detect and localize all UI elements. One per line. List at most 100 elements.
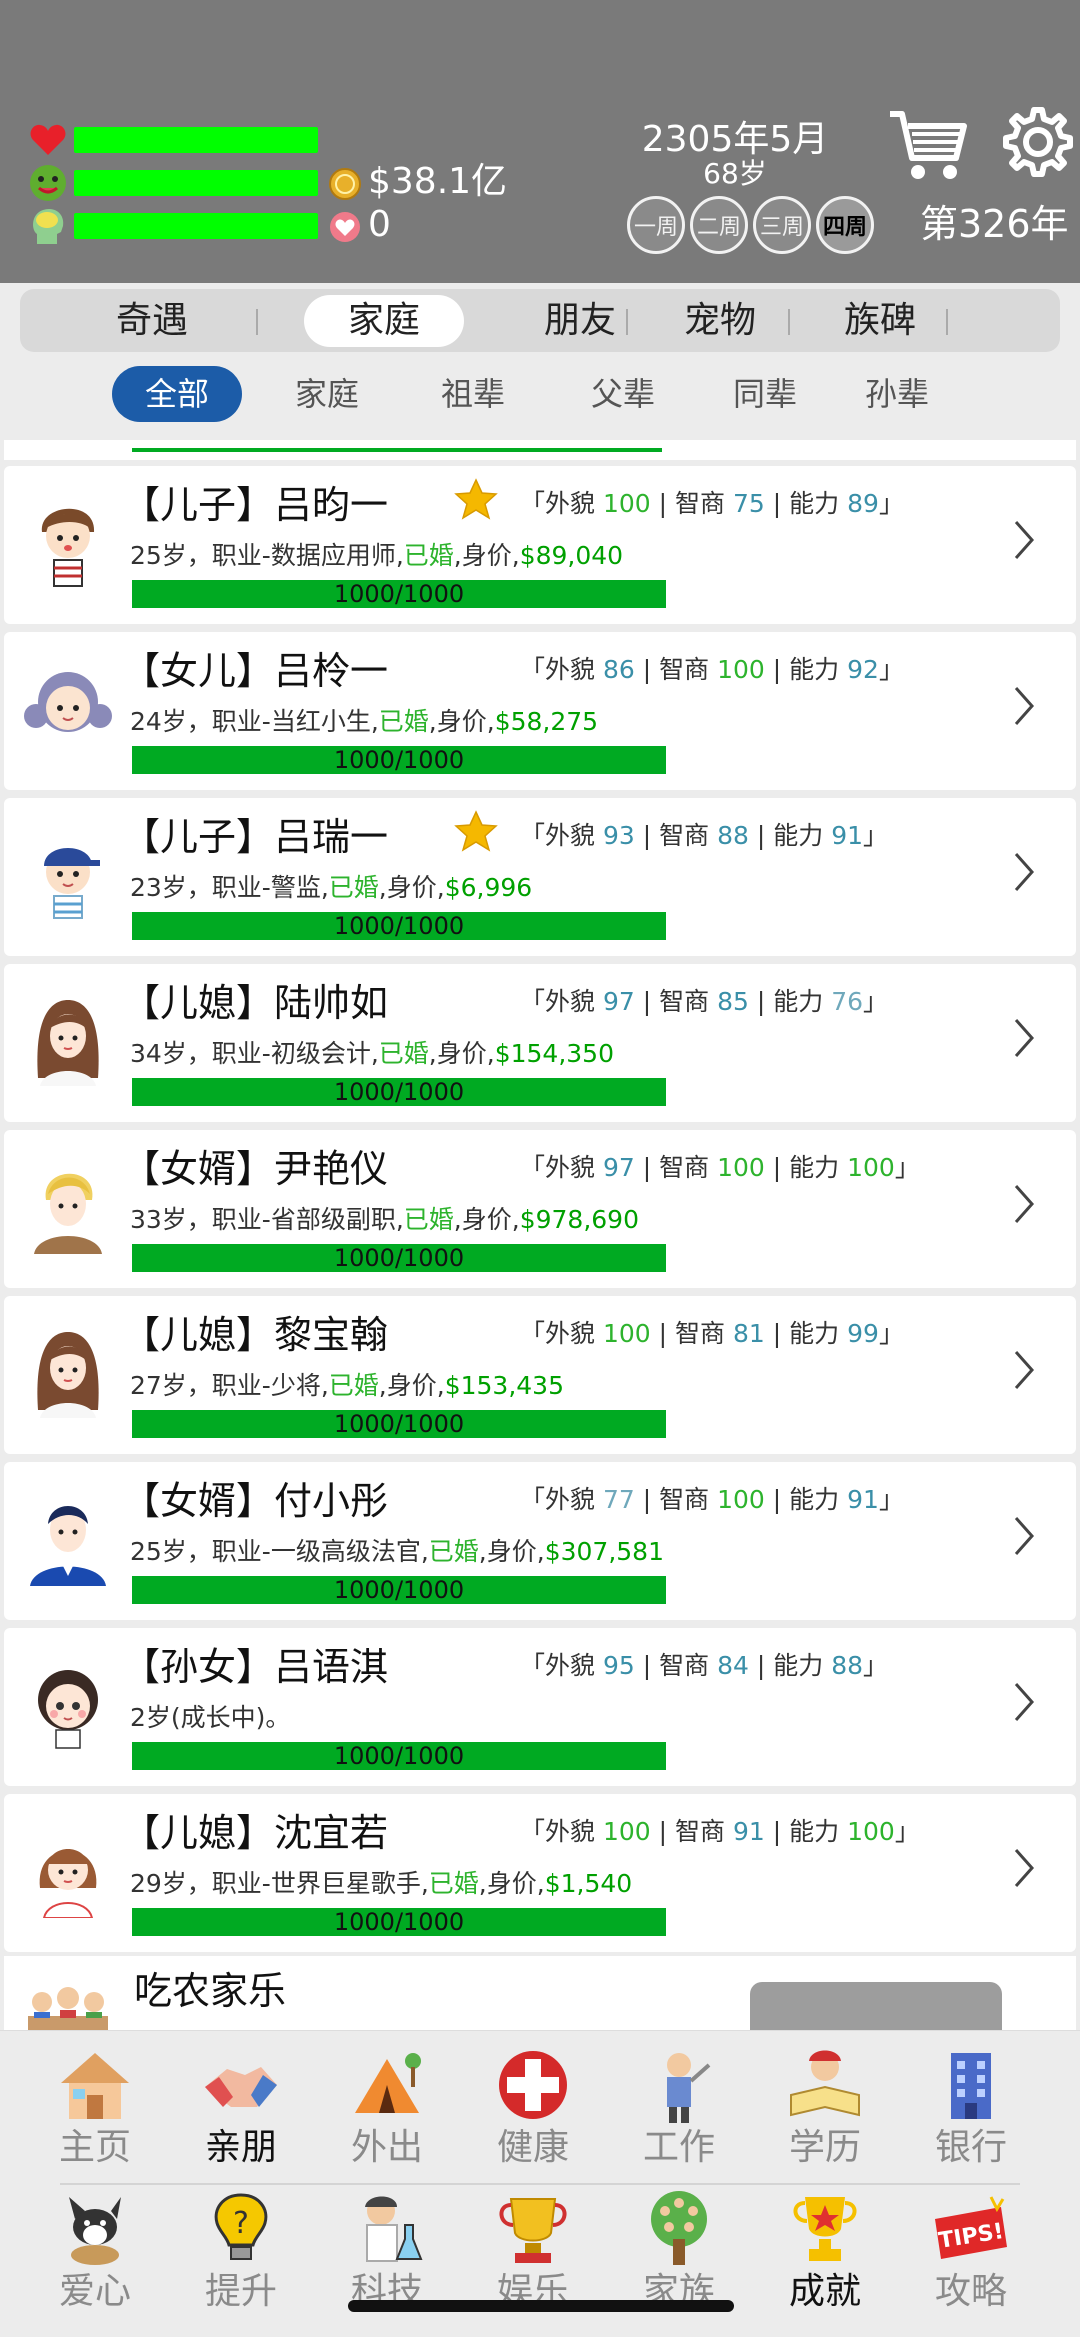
player-age: 68岁 bbox=[703, 157, 767, 190]
marital-status: 已婚 bbox=[428, 1869, 479, 1898]
nav-item-bulb[interactable]: ? 提升 bbox=[168, 2183, 314, 2319]
nav-item-trophy-cup[interactable]: 娱乐 bbox=[460, 2183, 606, 2319]
nav-item-handshake[interactable]: 亲朋 bbox=[168, 2039, 314, 2175]
member-card[interactable]: 【儿子】吕瑞一 「外貌 93 | 智商 88 | 能力 91」 23岁，职业-警监,… bbox=[4, 798, 1076, 956]
child-avatar bbox=[20, 1652, 116, 1752]
ability-value: 99 bbox=[847, 1319, 879, 1348]
chevron-right-icon[interactable] bbox=[1012, 1182, 1036, 1226]
hp-bar bbox=[132, 448, 662, 452]
member-card[interactable]: 【女婿】付小彤 「外貌 77 | 智商 100 | 能力 91」 25岁，职业-一级… bbox=[4, 1462, 1076, 1620]
marital-status: 已婚 bbox=[403, 541, 454, 570]
family-member-list[interactable]: 【儿子】吕昀一 「外貌 100 | 智商 75 | 能力 89」 25岁，职业-数据… bbox=[0, 440, 1080, 2030]
filter-peers[interactable]: 同辈 bbox=[700, 366, 830, 422]
ability-value: 91 bbox=[847, 1485, 879, 1514]
nav-label: 学历 bbox=[788, 2127, 861, 2168]
filter-grandparents[interactable]: 祖辈 bbox=[408, 366, 538, 422]
tab-pets[interactable]: 宠物 bbox=[640, 295, 800, 347]
nav-item-dog[interactable]: 爱心 bbox=[22, 2183, 168, 2319]
member-description: 2岁(成长中)。 bbox=[130, 1700, 290, 1736]
filter-family[interactable]: 家庭 bbox=[262, 366, 392, 422]
iq-label: 智商 bbox=[659, 987, 710, 1016]
suit-man-avatar bbox=[20, 1486, 116, 1586]
looks-label: 「外貌 bbox=[520, 1319, 596, 1348]
chevron-right-icon[interactable] bbox=[1012, 1016, 1036, 1060]
nav-item-trophy[interactable]: 成就 bbox=[752, 2183, 898, 2319]
partial-card bbox=[4, 440, 1076, 460]
looks-value: 93 bbox=[602, 821, 635, 850]
iq-label: 智商 bbox=[659, 1153, 710, 1182]
member-card[interactable]: 【儿子】吕昀一 「外貌 100 | 智商 75 | 能力 89」 25岁，职业-数据… bbox=[4, 466, 1076, 624]
marital-status: 已婚 bbox=[428, 1537, 479, 1566]
tab-family[interactable]: 家庭 bbox=[304, 295, 464, 347]
shopping-cart-icon[interactable] bbox=[886, 106, 968, 186]
chevron-right-icon[interactable] bbox=[1012, 518, 1036, 562]
hp-bar: 1000/1000 bbox=[132, 1908, 666, 1936]
chevron-right-icon[interactable] bbox=[1012, 1514, 1036, 1558]
nav-item-worker[interactable]: 工作 bbox=[606, 2039, 752, 2175]
ability-value: 91 bbox=[831, 821, 864, 850]
member-name: 【孙女】吕语淇 bbox=[122, 1645, 389, 1689]
chevron-right-icon[interactable] bbox=[1012, 1846, 1036, 1890]
attr-separator: | bbox=[658, 489, 668, 518]
worth-label: ,身价, bbox=[378, 873, 445, 902]
week-4-button[interactable]: 四周 bbox=[816, 196, 874, 254]
hp-bar: 1000/1000 bbox=[132, 746, 666, 774]
ability-value: 89 bbox=[847, 489, 879, 518]
member-name: 【女儿】吕柃一 bbox=[122, 649, 389, 693]
chevron-right-icon[interactable] bbox=[1012, 1348, 1036, 1392]
nav-label: 提升 bbox=[204, 2271, 277, 2312]
age-job: 34岁，职业-初级会计, bbox=[130, 1039, 379, 1068]
chevron-right-icon[interactable] bbox=[1012, 850, 1036, 894]
week-3-button[interactable]: 三周 bbox=[753, 196, 811, 254]
nav-item-medical-cross[interactable]: 健康 bbox=[460, 2039, 606, 2175]
heart-icon bbox=[26, 120, 70, 160]
looks-value: 86 bbox=[602, 655, 635, 684]
member-name: 【女婿】尹艳仪 bbox=[122, 1147, 389, 1191]
home-indicator[interactable] bbox=[348, 2300, 734, 2312]
nav-item-reading[interactable]: 学历 bbox=[752, 2039, 898, 2175]
hp-value: 1000/1000 bbox=[333, 1244, 465, 1272]
nav-item-house[interactable]: 主页 bbox=[22, 2039, 168, 2175]
filter-parents[interactable]: 父辈 bbox=[558, 366, 688, 422]
nav-item-bank[interactable]: 银行 bbox=[898, 2039, 1044, 2175]
star-icon bbox=[454, 810, 498, 852]
attr-close: 」 bbox=[878, 1485, 904, 1514]
health-bar bbox=[74, 127, 318, 153]
member-card[interactable]: 【女儿】吕柃一 「外貌 86 | 智商 100 | 能力 92」 24岁，职业-当红… bbox=[4, 632, 1076, 790]
member-card[interactable]: 【儿媳】陆帅如 「外貌 97 | 智商 85 | 能力 76」 34岁，职业-初级会… bbox=[4, 964, 1076, 1122]
filter-all[interactable]: 全部 bbox=[112, 366, 242, 422]
member-card[interactable]: 【女婿】尹艳仪 「外貌 97 | 智商 100 | 能力 100」 33岁，职业-省… bbox=[4, 1130, 1076, 1288]
event-card[interactable]: 吃农家乐 bbox=[4, 1956, 1076, 2030]
ability-value: 88 bbox=[831, 1651, 864, 1680]
gear-icon[interactable] bbox=[1002, 106, 1074, 178]
nav-item-tips[interactable]: TIPS! 攻略 bbox=[898, 2183, 1044, 2319]
looks-label: 「外貌 bbox=[520, 655, 596, 684]
event-action-button[interactable] bbox=[750, 1982, 1002, 2030]
attr-separator: | bbox=[658, 1817, 668, 1846]
week-1-button[interactable]: 一周 bbox=[627, 196, 685, 254]
member-attributes: 「外貌 100 | 智商 75 | 能力 89」 bbox=[520, 484, 904, 524]
ability-value: 76 bbox=[831, 987, 864, 1016]
tab-encounter[interactable]: 奇遇 bbox=[72, 295, 232, 347]
nav-label: 健康 bbox=[496, 2127, 569, 2168]
week-2-button[interactable]: 二周 bbox=[690, 196, 748, 254]
member-card[interactable]: 【孙女】吕语淇 「外貌 95 | 智商 84 | 能力 88」 2岁(成长中)。 10… bbox=[4, 1628, 1076, 1786]
chevron-right-icon[interactable] bbox=[1012, 684, 1036, 728]
iq-label: 智商 bbox=[659, 1651, 710, 1680]
chevron-right-icon[interactable] bbox=[1012, 1680, 1036, 1724]
looks-value: 100 bbox=[602, 1319, 651, 1348]
nav-item-scientist[interactable]: 科技 bbox=[314, 2183, 460, 2319]
age-job: 23岁，职业-警监, bbox=[130, 873, 329, 902]
member-card[interactable]: 【儿媳】沈宜若 「外貌 100 | 智商 91 | 能力 100」 29岁，职业-世… bbox=[4, 1794, 1076, 1952]
member-card[interactable]: 【儿媳】黎宝翰 「外貌 100 | 智商 81 | 能力 99」 27岁，职业-少将… bbox=[4, 1296, 1076, 1454]
filter-grandchildren[interactable]: 孙辈 bbox=[832, 366, 962, 422]
looks-label: 「外貌 bbox=[520, 821, 596, 850]
member-description: 27岁，职业-少将,已婚,身价,$153,435 bbox=[130, 1368, 564, 1404]
tab-clan-stele[interactable]: 族碑 bbox=[800, 295, 960, 347]
dog-icon bbox=[55, 2189, 135, 2269]
nav-item-family-tree[interactable]: 家族 bbox=[606, 2183, 752, 2319]
member-attributes: 「外貌 97 | 智商 85 | 能力 76」 bbox=[520, 982, 888, 1022]
nav-item-tent[interactable]: 外出 bbox=[314, 2039, 460, 2175]
worth-label: ,身价, bbox=[453, 1205, 520, 1234]
hp-bar: 1000/1000 bbox=[132, 1244, 666, 1272]
